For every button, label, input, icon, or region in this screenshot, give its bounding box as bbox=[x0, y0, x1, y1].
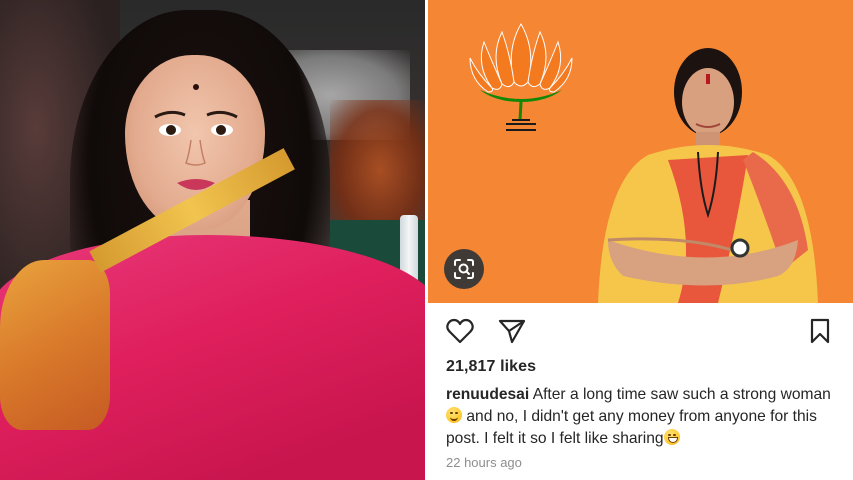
instagram-post: 21,817 likes renuudesai After a long tim… bbox=[428, 0, 853, 480]
likes-count[interactable]: 21,817 likes bbox=[446, 358, 536, 376]
politician-photo bbox=[598, 48, 818, 303]
paper-plane-icon bbox=[498, 319, 526, 344]
grinning-face-emoji-icon bbox=[663, 429, 680, 445]
heart-icon bbox=[446, 318, 474, 344]
visual-search-button[interactable] bbox=[444, 249, 484, 289]
post-image[interactable] bbox=[428, 0, 853, 303]
visual-search-icon bbox=[454, 259, 474, 279]
composite-image: 21,817 likes renuudesai After a long tim… bbox=[0, 0, 853, 480]
share-button[interactable] bbox=[497, 317, 527, 345]
orange-blouse bbox=[0, 260, 110, 430]
post-actions-bar bbox=[428, 303, 853, 355]
username-link[interactable]: renuudesai bbox=[446, 386, 529, 403]
caption-text-2: and no, I didn't get any money from anyo… bbox=[446, 408, 817, 447]
post-timestamp: 22 hours ago bbox=[446, 455, 522, 470]
smiling-face-emoji-icon bbox=[446, 407, 462, 423]
save-button[interactable] bbox=[805, 317, 835, 345]
post-caption: renuudesai After a long time saw such a … bbox=[446, 384, 841, 450]
like-button[interactable] bbox=[445, 317, 475, 345]
portrait-photo bbox=[0, 0, 425, 480]
caption-text-1: After a long time saw such a strong woma… bbox=[532, 386, 831, 403]
bookmark-icon bbox=[810, 318, 830, 344]
